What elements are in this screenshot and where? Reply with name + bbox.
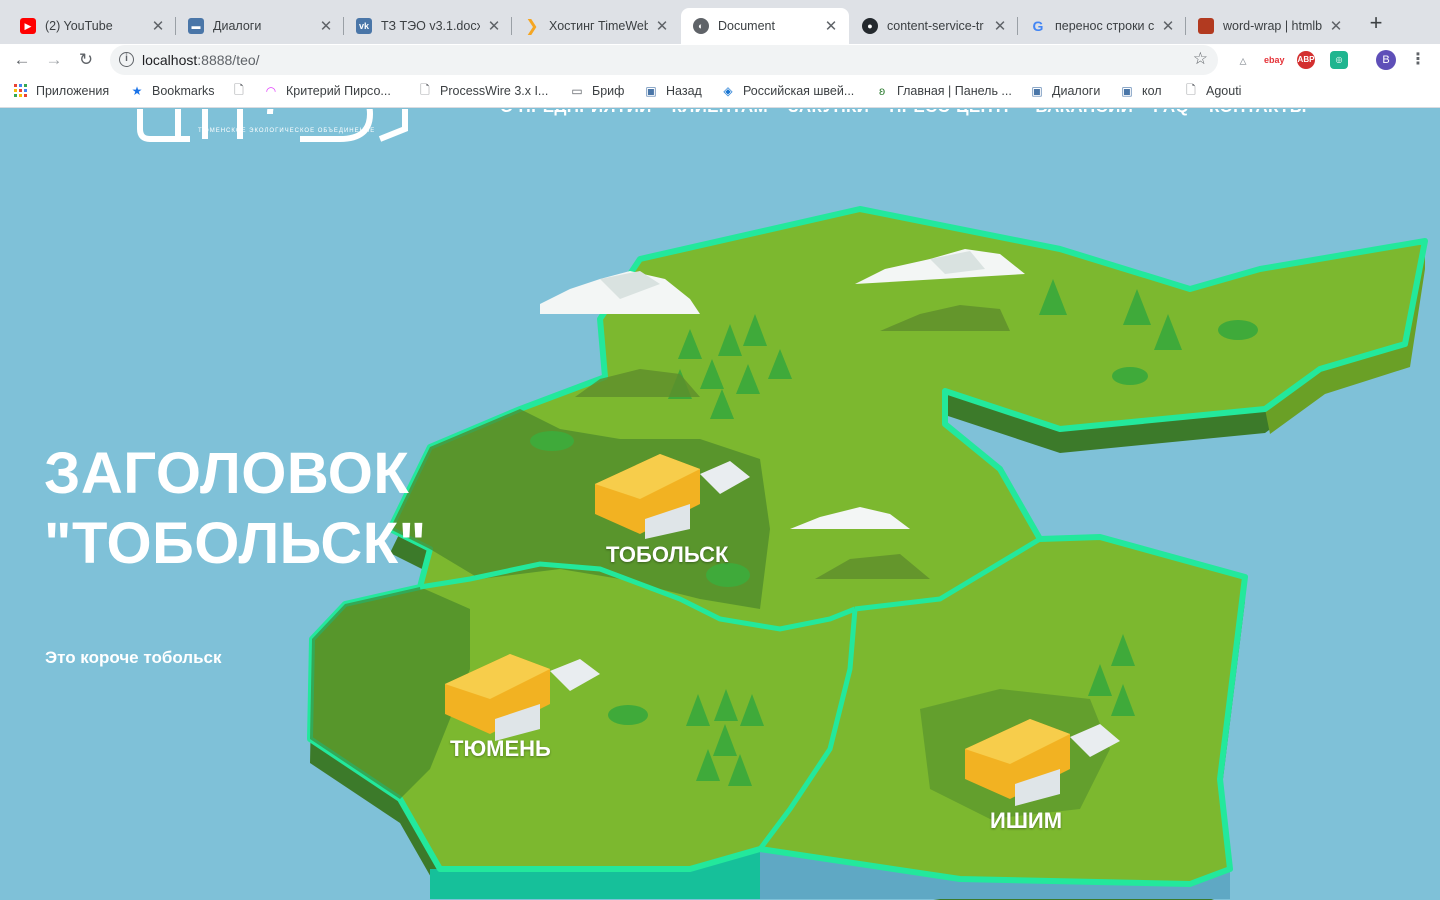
extension-drive-icon[interactable]: ▵ <box>1234 51 1252 69</box>
star-icon: ★ <box>131 84 143 98</box>
info-icon[interactable]: i <box>119 52 134 67</box>
close-icon[interactable]: ✕ <box>486 17 502 35</box>
close-icon[interactable]: ✕ <box>1328 17 1344 35</box>
city-label-tobolsk[interactable]: ТОБОЛЬСК <box>606 542 728 568</box>
address-bar[interactable]: i localhost:8888/teo/ ☆ <box>110 45 1218 75</box>
bookmark-bookmarks[interactable]: ★ Bookmarks <box>130 84 215 98</box>
map-land <box>307 206 1428 887</box>
tab-dialogs[interactable]: ▬ Диалоги ✕ <box>176 8 344 44</box>
eye-icon: ◈ <box>723 84 733 98</box>
new-tab-button[interactable]: + <box>1364 12 1388 36</box>
rainbow-icon: ◠ <box>265 84 277 98</box>
apps-grid-icon <box>14 84 28 98</box>
youtube-icon: ▶ <box>20 18 36 34</box>
nav-vacancies[interactable]: ВАКАНСИИ <box>1035 109 1133 117</box>
htmlbook-icon <box>1198 18 1214 34</box>
bookmark-apps[interactable]: Приложения <box>14 84 109 98</box>
bookmark-processwire[interactable]: 🗋 ProcessWire 3.x I... <box>418 82 548 99</box>
nav-about[interactable]: О ПРЕДПРИЯТИИ <box>500 109 652 117</box>
folder-icon: ▭ <box>571 84 583 98</box>
nav-faq[interactable]: FAQ <box>1153 109 1189 117</box>
tab-tz-doc[interactable]: vk ТЗ ТЭО v3.1.docx ✕ <box>344 8 512 44</box>
page-icon: 🗋 <box>234 82 244 97</box>
bookmark-star-icon[interactable]: ☆ <box>1193 49 1208 69</box>
chat-icon: ▬ <box>188 18 204 34</box>
tab-google[interactable]: G перенос строки с ✕ <box>1018 8 1186 44</box>
tab-htmlbook[interactable]: word-wrap | htmlb ✕ <box>1186 8 1354 44</box>
chat-icon: ▣ <box>1031 84 1043 98</box>
bookmark-pearson[interactable]: ◠ Критерий Пирсо... <box>264 84 391 98</box>
extension-grammar-icon[interactable]: ◎ <box>1330 51 1348 69</box>
bookmark-brief[interactable]: ▭ Бриф <box>570 84 624 98</box>
site-nav: О ПРЕДПРИЯТИИ КЛИЕНТАМ ЗАКУПКИ ПРЕСС-ЦЕН… <box>500 109 1307 117</box>
tab-github[interactable]: ● content-service-tr ✕ <box>850 8 1018 44</box>
github-icon: ● <box>862 18 878 34</box>
bookmark-dashboard[interactable]: ʚ Главная | Панель ... <box>875 84 1012 98</box>
bookmark-kol[interactable]: ▣ кол <box>1120 84 1161 98</box>
chat-icon: ▣ <box>645 84 657 98</box>
close-icon[interactable]: ✕ <box>823 17 839 35</box>
nav-clients[interactable]: КЛИЕНТАМ <box>672 109 768 117</box>
page-icon: 🗋 <box>420 82 430 97</box>
profile-avatar[interactable]: B <box>1376 50 1396 70</box>
forward-button[interactable]: → <box>42 48 66 72</box>
bookmark-agouti[interactable]: 🗋 Agouti <box>1184 82 1241 99</box>
close-icon[interactable]: ✕ <box>150 17 166 35</box>
tab-youtube[interactable]: ▶ (2) YouTube ✕ <box>8 8 176 44</box>
hero-subtitle: Это короче тобольск <box>45 648 222 667</box>
browser-toolbar: ← → ↻ i localhost:8888/teo/ ☆ ▵ ebay ABP… <box>0 44 1440 76</box>
page-icon: ◐ <box>693 18 709 34</box>
city-label-tyumen[interactable]: ТЮМЕНЬ <box>450 736 551 762</box>
nav-purchases[interactable]: ЗАКУПКИ <box>788 109 869 117</box>
close-icon[interactable]: ✕ <box>1160 17 1176 35</box>
logo-caption: ТЮМЕНСКОЕ ЭКОЛОГИЧЕСКОЕ ОБЪЕДИНЕНИЕ <box>198 128 376 134</box>
close-icon[interactable]: ✕ <box>992 17 1008 35</box>
back-button[interactable]: ← <box>10 48 34 72</box>
reload-button[interactable]: ↻ <box>74 48 98 72</box>
page-icon: 🗋 <box>1186 82 1196 97</box>
extension-adblock-icon[interactable]: ABP <box>1297 51 1315 69</box>
bookmark-blank-page[interactable]: 🗋 <box>232 82 254 98</box>
close-icon[interactable]: ✕ <box>654 17 670 35</box>
bookmark-sewing[interactable]: ◈ Российская швей... <box>721 84 854 98</box>
leaf-icon: ʚ <box>878 84 886 98</box>
extension-ebay-icon[interactable]: ebay <box>1264 51 1285 69</box>
google-icon: G <box>1032 18 1044 34</box>
hero-title: ЗАГОЛОВОК "ТОБОЛЬСК" <box>44 441 427 576</box>
tab-timeweb[interactable]: ❯ Хостинг TimeWeb ✕ <box>512 8 680 44</box>
bookmarks-bar: Приложения ★ Bookmarks 🗋 ◠ Критерий Пирс… <box>0 76 1440 108</box>
site-logo[interactable]: ТЮМЕНСКОЕ ЭКОЛОГИЧЕСКОЕ ОБЪЕДИНЕНИЕ <box>128 109 412 147</box>
city-label-ishim[interactable]: ИШИМ <box>990 808 1062 834</box>
browser-menu-icon[interactable]: ⋮ <box>1408 48 1428 72</box>
timeweb-icon: ❯ <box>525 18 539 35</box>
bookmark-back[interactable]: ▣ Назад <box>644 84 702 98</box>
nav-press-center[interactable]: ПРЕСС-ЦЕНТР <box>889 109 1015 117</box>
url-text: localhost:8888/teo/ <box>142 52 260 68</box>
tab-document[interactable]: ◐ Document ✕ <box>681 8 849 44</box>
bookmark-dialogs[interactable]: ▣ Диалоги <box>1030 84 1100 98</box>
vk-icon: vk <box>356 18 372 34</box>
nav-contacts[interactable]: КОНТАКТЫ <box>1209 109 1307 117</box>
tab-strip: ▶ (2) YouTube ✕ ▬ Диалоги ✕ vk ТЗ ТЭО v3… <box>0 0 1440 44</box>
web-page: ТЮМЕНСКОЕ ЭКОЛОГИЧЕСКОЕ ОБЪЕДИНЕНИЕ О ПР… <box>0 109 1440 900</box>
chat-icon: ▣ <box>1121 84 1133 98</box>
close-icon[interactable]: ✕ <box>318 17 334 35</box>
